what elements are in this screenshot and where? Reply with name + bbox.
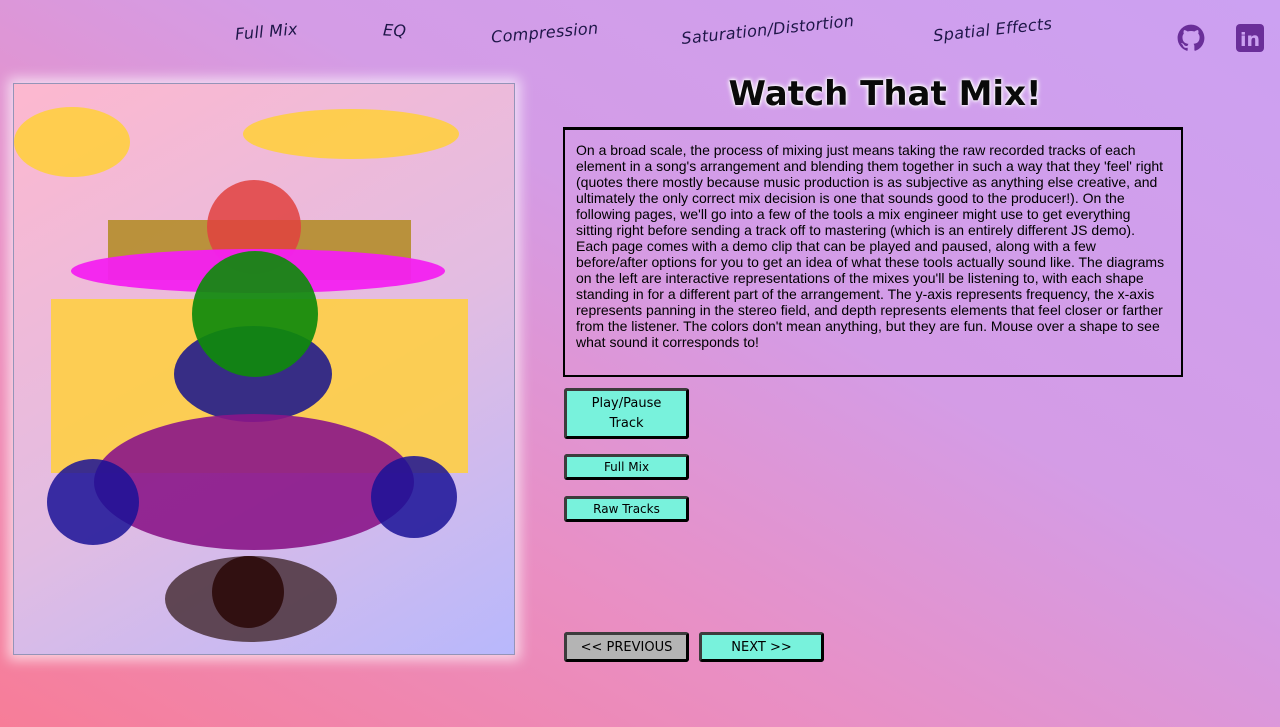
- nav-link-eq[interactable]: EQ: [383, 20, 407, 40]
- github-link[interactable]: [1177, 24, 1205, 52]
- raw-tracks-button[interactable]: Raw Tracks: [564, 496, 689, 522]
- diagram-shape[interactable]: [192, 251, 318, 377]
- linkedin-logo-text: in: [1240, 29, 1260, 51]
- play-pause-button[interactable]: Play/Pause Track: [564, 388, 689, 439]
- diagram-shape[interactable]: [212, 556, 284, 628]
- diagram-shape[interactable]: [371, 456, 457, 538]
- diagram-shape[interactable]: [14, 107, 130, 177]
- github-icon: [1177, 24, 1205, 51]
- nav-link-spatial-effects[interactable]: Spatial Effects: [932, 14, 1053, 45]
- nav-link-saturation-distortion[interactable]: Saturation/Distortion: [680, 11, 855, 48]
- diagram-shape[interactable]: [243, 109, 459, 159]
- next-button[interactable]: NEXT >>: [699, 632, 824, 662]
- mix-diagram[interactable]: [13, 83, 515, 655]
- nav-link-full-mix[interactable]: Full Mix: [234, 19, 298, 43]
- previous-button[interactable]: << PREVIOUS: [564, 632, 689, 662]
- linkedin-link[interactable]: in: [1236, 24, 1264, 52]
- diagram-shape[interactable]: [47, 459, 139, 545]
- full-mix-button[interactable]: Full Mix: [564, 454, 689, 480]
- nav-link-compression[interactable]: Compression: [490, 18, 599, 46]
- description-box: On a broad scale, the process of mixing …: [563, 127, 1183, 377]
- diagram-shape[interactable]: [94, 414, 414, 550]
- page-title: Watch That Mix!: [728, 74, 1042, 114]
- linkedin-icon: in: [1236, 24, 1264, 52]
